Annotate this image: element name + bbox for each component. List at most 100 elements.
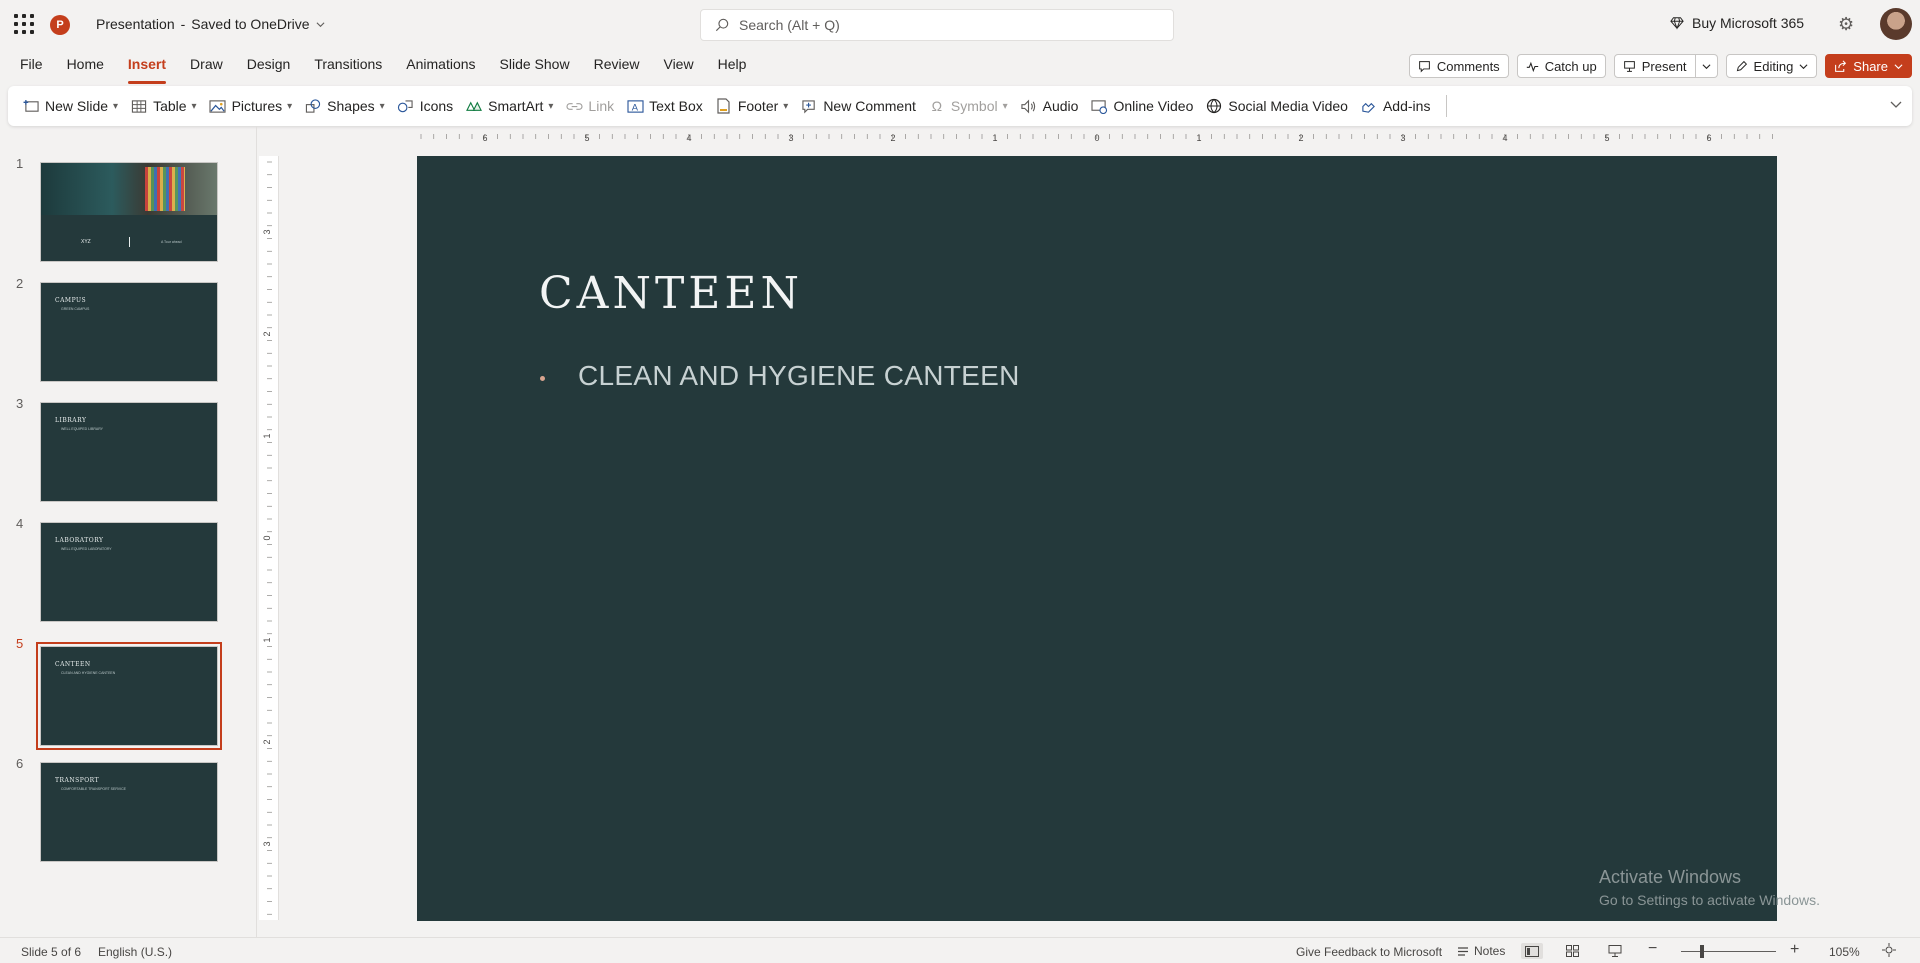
tab-help[interactable]: Help [706, 56, 759, 82]
avatar[interactable] [1880, 8, 1912, 40]
zoom-level[interactable]: 105% [1829, 945, 1860, 959]
diamond-icon [1670, 17, 1684, 30]
online-video-button[interactable]: Online Video [1090, 97, 1193, 115]
search-icon [715, 18, 729, 32]
catch-up-button[interactable]: Catch up [1516, 54, 1606, 78]
table-button[interactable]: Table ▾ [130, 97, 197, 115]
add-ins-label: Add-ins [1382, 98, 1431, 114]
normal-view-icon[interactable] [1521, 943, 1543, 959]
comment-icon [1418, 60, 1430, 73]
thumbnail-bullet: CLEAN AND HYGIENE CANTEEN [61, 671, 116, 675]
social-media-video-button[interactable]: Social Media Video [1205, 97, 1348, 115]
video-icon [1090, 97, 1108, 115]
slide-thumbnail-1[interactable]: XYZ A Tour ahead [40, 162, 218, 262]
reading-view-icon[interactable] [1604, 943, 1626, 959]
document-name: Presentation [96, 16, 175, 32]
text-box-button[interactable]: A Text Box [626, 97, 703, 115]
title-slide-image [41, 163, 217, 215]
chevron-down-icon: ▾ [379, 100, 385, 112]
chevron-down-icon: ▾ [783, 100, 789, 112]
slide-canvas[interactable]: CANTEEN CLEAN AND HYGIENE CANTEEN [417, 156, 1777, 921]
tab-transitions[interactable]: Transitions [302, 56, 394, 82]
thumbnail-title: LABORATORY [55, 537, 104, 544]
comments-button[interactable]: Comments [1408, 54, 1509, 78]
chevron-down-icon: ▾ [548, 100, 554, 112]
slide-number: 2 [16, 276, 24, 291]
symbol-button[interactable]: Ω Symbol ▾ [928, 97, 1008, 115]
save-status: Saved to OneDrive [191, 16, 310, 32]
settings-gear-icon[interactable]: ⚙ [1838, 14, 1854, 35]
search-box[interactable] [700, 9, 1174, 41]
ruler-label: 3 [262, 229, 272, 234]
slide-title[interactable]: CANTEEN [539, 268, 803, 319]
document-title[interactable]: Presentation - Saved to OneDrive [96, 16, 325, 32]
thumbnail-row: 1 XYZ A Tour ahead [0, 144, 256, 262]
title-bar: P Presentation - Saved to OneDrive Buy M… [0, 0, 1920, 50]
search-input[interactable] [739, 17, 1139, 33]
audio-button[interactable]: Audio [1020, 97, 1078, 115]
add-ins-button[interactable]: Add-ins [1360, 97, 1430, 115]
tab-draw[interactable]: Draw [178, 56, 235, 82]
notes-button[interactable]: Notes [1457, 944, 1505, 958]
feedback-link[interactable]: Give Feedback to Microsoft [1296, 945, 1442, 959]
pictures-button[interactable]: Pictures ▾ [209, 97, 292, 115]
chevron-down-icon [1702, 63, 1711, 69]
shapes-button[interactable]: Shapes ▾ [304, 97, 385, 115]
link-button[interactable]: Link [565, 97, 614, 115]
online-video-label: Online Video [1113, 98, 1194, 114]
thumbnail-title: TRANSPORT [55, 777, 100, 784]
new-comment-button[interactable]: New Comment [800, 97, 916, 115]
menu-tabs: File Home Insert Draw Design Transitions… [20, 56, 759, 84]
share-label: Share [1853, 58, 1888, 74]
tab-home[interactable]: Home [55, 56, 116, 82]
tab-insert[interactable]: Insert [116, 56, 178, 84]
thumbnail-bullet: WELL EQUIPED LIBRARY [61, 427, 104, 431]
slide-count: Slide 5 of 6 [21, 945, 82, 959]
pane-divider[interactable] [256, 126, 257, 937]
icons-label: Icons [419, 98, 454, 114]
present-options-button[interactable] [1695, 54, 1718, 78]
activate-windows-hint: Go to Settings to activate Windows. [1599, 892, 1820, 908]
chevron-down-icon[interactable] [1890, 98, 1902, 112]
tab-file[interactable]: File [20, 56, 55, 82]
slide-sorter-view-icon[interactable] [1561, 943, 1583, 959]
zoom-slider-track[interactable] [1681, 951, 1776, 952]
zoom-in-button[interactable]: + [1790, 941, 1799, 959]
pictures-label: Pictures [231, 98, 283, 114]
zoom-out-button[interactable]: − [1648, 940, 1657, 958]
slide-thumbnail-5[interactable]: CANTEEN CLEAN AND HYGIENE CANTEEN [36, 642, 222, 750]
chevron-down-icon: ▾ [1002, 100, 1008, 112]
tab-animations[interactable]: Animations [394, 56, 487, 82]
slide-bullet-text[interactable]: CLEAN AND HYGIENE CANTEEN [578, 360, 1020, 392]
slide-thumbnail-3[interactable]: LIBRARY WELL EQUIPED LIBRARY [40, 402, 218, 502]
fit-to-window-icon[interactable] [1882, 943, 1896, 960]
slide-thumbnail-6[interactable]: TRANSPORT COMFORTABLE TRANSPORT SERVICE [40, 762, 218, 862]
svg-text:A: A [631, 102, 638, 112]
thumbnail-row: 6 TRANSPORT COMFORTABLE TRANSPORT SERVIC… [0, 744, 256, 862]
chevron-down-icon [1894, 63, 1903, 69]
tab-slide-show[interactable]: Slide Show [488, 56, 582, 82]
comments-label: Comments [1436, 58, 1500, 74]
tab-design[interactable]: Design [235, 56, 303, 82]
thumbnail-row: 2 CAMPUS GREEN CAMPUS [0, 264, 256, 382]
icons-button[interactable]: Icons [397, 97, 453, 115]
language-indicator[interactable]: English (U.S.) [98, 945, 172, 959]
app-launcher-icon[interactable] [14, 14, 34, 34]
slide-thumbnail-4[interactable]: LABORATORY WELL EQUIPED LABORATORY [40, 522, 218, 622]
new-slide-button[interactable]: New Slide ▾ [22, 97, 118, 115]
thumbnail-bullet: WELL EQUIPED LABORATORY [61, 547, 112, 551]
smartart-button[interactable]: SmartArt ▾ [465, 97, 553, 115]
present-button[interactable]: Present [1613, 54, 1696, 78]
share-button[interactable]: Share [1825, 54, 1912, 78]
tab-view[interactable]: View [651, 56, 705, 82]
slide-thumbnail-2[interactable]: CAMPUS GREEN CAMPUS [40, 282, 218, 382]
zoom-slider-handle[interactable] [1700, 945, 1704, 958]
header-actions: Comments Catch up Present Editing Share [1408, 54, 1912, 78]
footer-button[interactable]: Footer ▾ [715, 97, 789, 115]
tab-review[interactable]: Review [582, 56, 652, 82]
chevron-down-icon: ▾ [113, 100, 119, 112]
editing-mode-button[interactable]: Editing [1725, 54, 1818, 78]
chevron-down-icon [316, 21, 325, 27]
slide-number: 3 [16, 396, 24, 411]
buy-microsoft-365-button[interactable]: Buy Microsoft 365 [1670, 15, 1804, 31]
